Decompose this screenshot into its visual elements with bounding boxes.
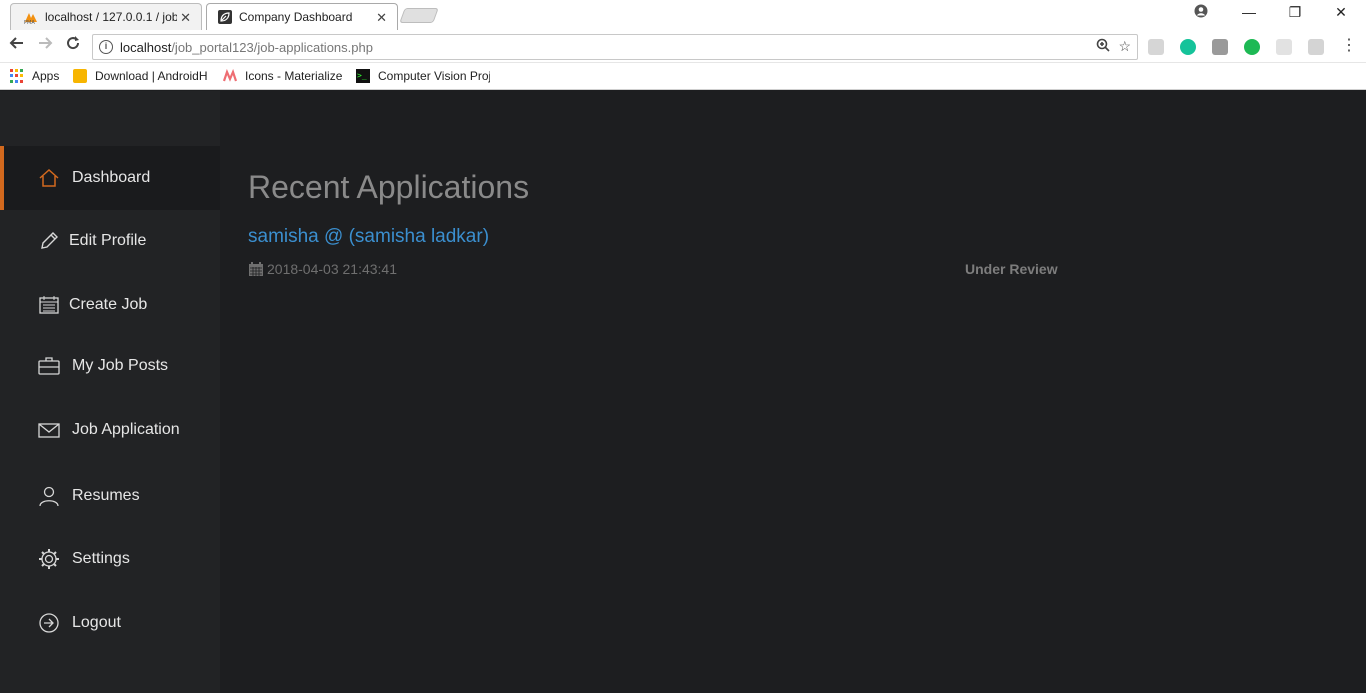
sidebar-item-resumes[interactable]: Resumes: [0, 464, 220, 528]
grammarly-extension-icon[interactable]: [1180, 39, 1196, 55]
forward-icon[interactable]: [34, 35, 56, 57]
bookmark-androidhive[interactable]: Download | AndroidH: [73, 68, 207, 84]
sidebar-item-dashboard[interactable]: Dashboard: [0, 146, 220, 210]
tab-title: localhost / 127.0.0.1 / job: [45, 10, 177, 24]
sidebar-item-job-application[interactable]: Job Application: [0, 398, 220, 462]
sidebar-item-my-job-posts[interactable]: My Job Posts: [0, 334, 220, 398]
new-tab-button[interactable]: [399, 8, 439, 23]
calendar-icon: [248, 261, 264, 277]
browser-toolbar: i localhost/job_portal123/job-applicatio…: [0, 30, 1366, 63]
reload-icon[interactable]: [62, 35, 84, 57]
main-content: Recent Applications samisha @ (samisha l…: [220, 91, 1366, 693]
briefcase-icon: [38, 355, 60, 377]
react-extension-icon[interactable]: [1276, 39, 1292, 55]
page-title: Recent Applications: [248, 169, 530, 205]
terminal-icon: >_: [356, 69, 370, 83]
sidebar-item-label: My Job Posts: [72, 357, 169, 374]
sidebar-item-label: Resumes: [72, 487, 140, 504]
tab-close-icon[interactable]: ✕: [180, 10, 191, 26]
gear-icon: [38, 548, 60, 570]
browser-menu-icon[interactable]: ⋮: [1338, 35, 1360, 57]
url-path: /job_portal123/job-applications.php: [171, 39, 373, 55]
application-date: 2018-04-03 21:43:41: [248, 261, 397, 277]
browser-tab-phpmyadmin[interactable]: PMA localhost / 127.0.0.1 / job ✕: [10, 3, 202, 30]
bookmark-label: Computer Vision Proj: [378, 69, 490, 83]
android-hive-icon: [73, 69, 87, 83]
bookmark-computer-vision[interactable]: >_ Computer Vision Proj: [356, 68, 490, 84]
skype-extension-icon[interactable]: [1148, 39, 1164, 55]
address-bar[interactable]: i localhost/job_portal123/job-applicatio…: [92, 34, 1138, 60]
home-icon: [38, 167, 60, 189]
extension-icon[interactable]: [1212, 39, 1228, 55]
sidebar-item-label: Settings: [72, 550, 130, 567]
status-badge: Under Review: [965, 261, 1058, 277]
sidebar-item-create-job[interactable]: Create Job: [0, 273, 220, 337]
restore-icon[interactable]: ❐: [1280, 4, 1310, 21]
bookmark-star-icon[interactable]: ☆: [1118, 38, 1131, 55]
browser-tab-company-dashboard[interactable]: Company Dashboard ✕: [206, 3, 398, 30]
bookmarks-bar: Apps Download | AndroidH Icons - Materia…: [0, 63, 1366, 90]
bookmark-label: Download | AndroidH: [95, 69, 207, 83]
bookmark-apps[interactable]: Apps: [10, 68, 59, 84]
back-icon[interactable]: [6, 35, 28, 57]
envelope-icon: [38, 419, 60, 441]
logout-icon: [38, 612, 60, 634]
materialize-icon: [222, 68, 238, 83]
svg-text:PMA: PMA: [24, 20, 35, 25]
sidebar-item-label: Logout: [72, 614, 121, 631]
bookmark-materialize[interactable]: Icons - Materialize: [222, 68, 343, 84]
url-host: localhost: [120, 39, 172, 55]
cast-extension-icon[interactable]: [1308, 39, 1324, 55]
sidebar: Dashboard Edit Profile Create Job My Job…: [0, 91, 220, 693]
apps-grid-icon: [10, 69, 24, 83]
bookmark-label: Icons - Materialize: [245, 69, 343, 83]
calendar-icon: [38, 294, 60, 316]
sidebar-item-label: Edit Profile: [69, 232, 147, 249]
zoom-icon[interactable]: [1096, 38, 1111, 55]
sidebar-item-edit-profile[interactable]: Edit Profile: [0, 209, 220, 273]
phpmyadmin-icon: PMA: [23, 9, 39, 25]
tab-close-icon[interactable]: ✕: [376, 10, 387, 26]
pencil-icon: [38, 230, 60, 252]
chat-extension-icon[interactable]: [1244, 39, 1260, 55]
application-date-text: 2018-04-03 21:43:41: [267, 261, 397, 277]
tab-title: Company Dashboard: [239, 10, 353, 24]
sidebar-item-label: Job Application: [72, 421, 180, 438]
user-icon: [38, 485, 60, 507]
account-icon[interactable]: [1186, 4, 1216, 21]
sidebar-item-settings[interactable]: Settings: [0, 527, 220, 591]
applicant-link[interactable]: samisha @ (samisha ladkar): [248, 226, 489, 248]
browser-tabstrip: PMA localhost / 127.0.0.1 / job ✕ Compan…: [0, 0, 1366, 30]
info-icon[interactable]: i: [99, 40, 113, 54]
sidebar-item-logout[interactable]: Logout: [0, 591, 220, 655]
bookmark-label: Apps: [32, 69, 60, 83]
sidebar-item-label: Dashboard: [72, 169, 151, 186]
sidebar-item-label: Create Job: [69, 296, 148, 313]
leaf-icon: [217, 9, 233, 25]
minimize-icon[interactable]: —: [1234, 4, 1264, 20]
close-window-icon[interactable]: ✕: [1326, 4, 1356, 21]
